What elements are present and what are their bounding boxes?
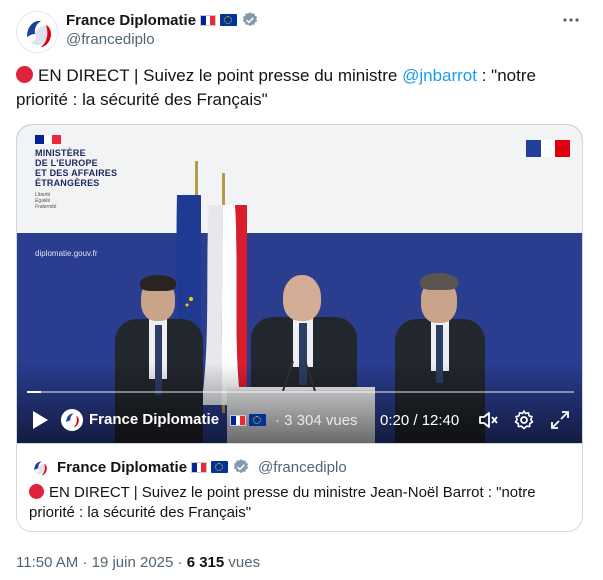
ministry-line: ÉTRANGÈRES — [35, 178, 100, 188]
flag-eu-icon — [211, 461, 229, 473]
flag-fr-icon — [200, 14, 217, 26]
channel-avatar[interactable] — [61, 409, 83, 431]
account-name-row[interactable]: France Diplomatie — [66, 10, 259, 30]
more-options-icon[interactable] — [561, 10, 581, 30]
quoted-handle: @francediplo — [258, 458, 347, 476]
ministry-line: MINISTÈRE — [35, 148, 86, 158]
tweet: France Diplomatie @francediplo EN DIRECT… — [0, 0, 603, 580]
ministry-flag-icon — [35, 135, 62, 144]
media-card: MINISTÈRE DE L'EUROPE ET DES AFFAIRES ÉT… — [16, 124, 583, 532]
france-diplomatie-logo-icon — [61, 409, 83, 431]
quoted-text-body: EN DIRECT | Suivez le point presse du mi… — [29, 484, 536, 521]
video-progress-bar[interactable] — [27, 391, 574, 393]
live-red-circle-icon — [29, 484, 44, 499]
flag-eu-icon — [249, 414, 266, 426]
flag-fr-icon — [230, 414, 246, 426]
quoted-avatar[interactable] — [29, 457, 51, 479]
site-url: diplomatie.gouv.fr — [35, 249, 98, 258]
tv-channel-flag-icon — [526, 140, 571, 157]
avatar[interactable] — [16, 11, 58, 53]
video-player[interactable]: MINISTÈRE DE L'EUROPE ET DES AFFAIRES ÉT… — [17, 125, 582, 443]
motto-line: Fraternité — [35, 204, 57, 210]
live-red-circle-icon — [16, 66, 33, 83]
channel-flags — [230, 414, 266, 426]
fullscreen-icon[interactable] — [549, 409, 571, 431]
play-icon[interactable] — [31, 410, 49, 430]
tweet-time[interactable]: 11:50 AM — [16, 554, 78, 571]
tweet-text: EN DIRECT | Suivez le point presse du mi… — [16, 64, 586, 112]
video-views: · 3 304 vues — [275, 412, 358, 429]
tweet-text-prefix: EN DIRECT | Suivez le point presse du mi… — [38, 66, 403, 85]
video-controls: France Diplomatie · 3 304 vues 0:20 / 12… — [17, 400, 582, 440]
channel-name[interactable]: France Diplomatie — [89, 411, 219, 428]
settings-gear-icon[interactable] — [513, 409, 535, 431]
france-diplomatie-logo-icon — [17, 12, 57, 52]
views-label: vues — [224, 554, 261, 571]
display-name[interactable]: France Diplomatie — [66, 12, 196, 29]
mention-link[interactable]: @jnbarrot — [402, 66, 477, 85]
flag-fr-icon — [191, 461, 208, 473]
quoted-tweet[interactable]: France Diplomatie @francediplo EN DIRECT… — [17, 443, 582, 531]
ministry-line: ET DES AFFAIRES — [35, 168, 118, 178]
video-time: 0:20 / 12:40 — [380, 412, 460, 429]
ministry-line: DE L'EUROPE — [35, 158, 98, 168]
tweet-date[interactable]: 19 juin 2025 — [92, 554, 174, 571]
video-progress-fill — [27, 391, 42, 393]
flag-eu-icon — [220, 14, 238, 26]
meta-separator: · — [78, 554, 92, 571]
verified-badge-icon — [242, 12, 258, 27]
meta-separator: · — [173, 554, 187, 571]
quoted-name-row: France Diplomatie @francediplo — [57, 458, 347, 476]
mute-icon[interactable] — [477, 409, 499, 431]
handle[interactable]: @francediplo — [66, 31, 155, 48]
verified-badge-icon — [233, 459, 249, 474]
quoted-text: EN DIRECT | Suivez le point presse du mi… — [29, 483, 569, 523]
france-diplomatie-logo-icon — [29, 457, 51, 479]
views-count: 6 315 — [186, 554, 225, 571]
quoted-display-name: France Diplomatie — [57, 458, 188, 476]
tweet-meta: 11:50 AM · 19 juin 2025 · 6 315 vues — [16, 554, 260, 571]
ministry-logo: MINISTÈRE DE L'EUROPE ET DES AFFAIRES ÉT… — [35, 135, 117, 210]
